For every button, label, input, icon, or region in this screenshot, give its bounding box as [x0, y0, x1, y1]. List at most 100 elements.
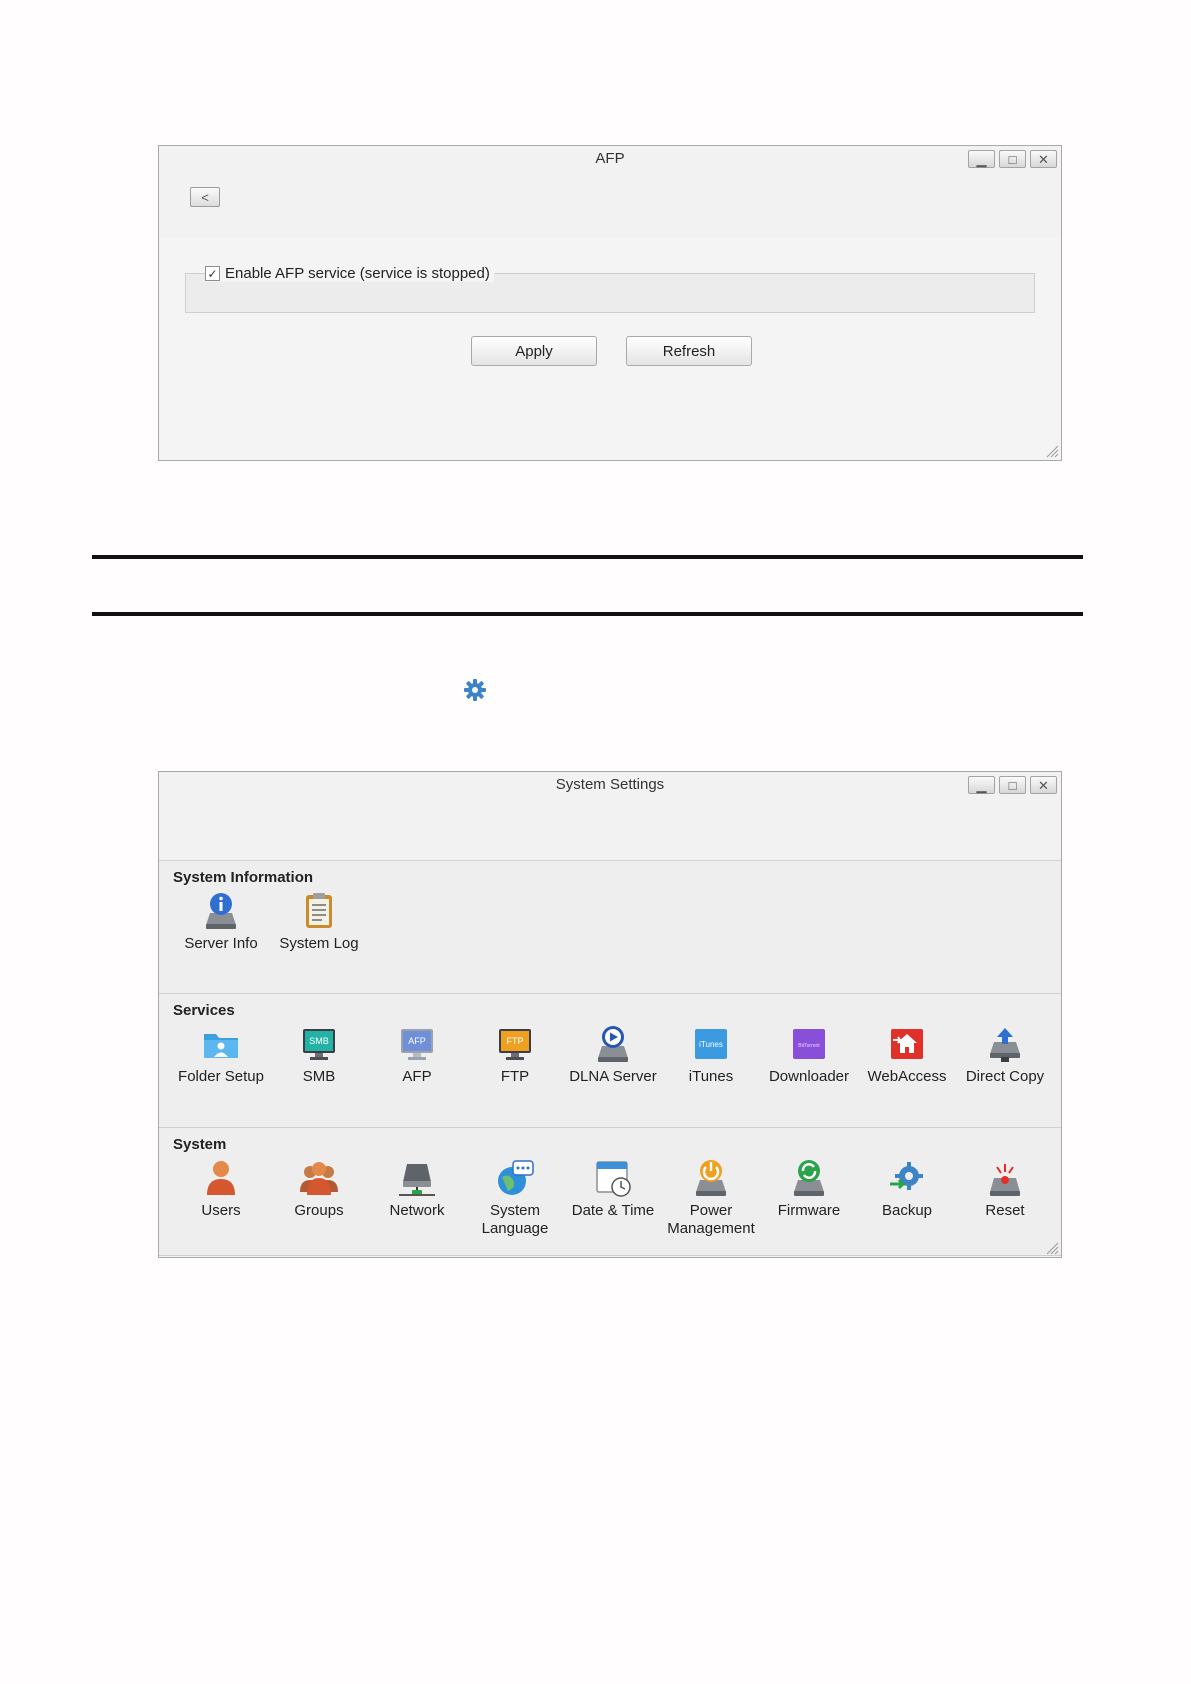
- maximize-icon: □: [1008, 151, 1017, 167]
- minimize-button[interactable]: ▁: [968, 150, 995, 168]
- item-itunes[interactable]: iTunes iTunes: [662, 1024, 760, 1086]
- section-title: System: [173, 1136, 227, 1153]
- item-label: iTunes: [688, 1068, 734, 1085]
- close-icon: ✕: [1038, 777, 1049, 793]
- heading-rule-top: [92, 555, 1083, 559]
- refresh-button[interactable]: Refresh: [626, 336, 752, 366]
- item-label: Users: [201, 1202, 241, 1219]
- enable-afp-checkbox[interactable]: ✓: [205, 266, 220, 281]
- item-label: Date & Time: [571, 1202, 655, 1219]
- window-title: System Settings: [555, 776, 665, 793]
- section-services: Services Folder Setup SMB SMB AFP AFP FT…: [159, 994, 1061, 1128]
- item-label: SMB: [302, 1068, 336, 1085]
- minimize-icon: ▁: [976, 777, 987, 793]
- item-label-line: Language: [481, 1220, 549, 1237]
- dlna-server-icon: [598, 1026, 628, 1062]
- folder-setup-icon: [204, 1034, 238, 1058]
- ftp-icon: FTP: [499, 1029, 531, 1060]
- minimize-icon: ▁: [976, 151, 987, 167]
- item-label: Groups: [294, 1202, 344, 1219]
- item-users[interactable]: Users: [172, 1158, 270, 1238]
- item-folder-setup[interactable]: Folder Setup: [172, 1024, 270, 1086]
- resize-grip-icon[interactable]: [1045, 444, 1059, 458]
- item-network[interactable]: Network: [368, 1158, 466, 1238]
- item-date-time[interactable]: Date & Time: [564, 1158, 662, 1238]
- back-button[interactable]: <: [190, 187, 220, 207]
- item-smb[interactable]: SMB SMB: [270, 1024, 368, 1086]
- maximize-button[interactable]: □: [999, 776, 1026, 794]
- item-label: Direct Copy: [965, 1068, 1045, 1085]
- itunes-icon: iTunes: [695, 1029, 727, 1059]
- groups-icon: [300, 1162, 338, 1195]
- window-controls: ▁ □ ✕: [968, 776, 1057, 794]
- item-label-line: Power: [689, 1202, 733, 1219]
- item-system-log[interactable]: System Log: [270, 891, 368, 953]
- item-label: AFP: [402, 1068, 432, 1085]
- item-reset[interactable]: Reset: [956, 1158, 1054, 1238]
- window-title: AFP: [595, 150, 625, 167]
- item-direct-copy[interactable]: Direct Copy: [956, 1024, 1054, 1086]
- item-label: Reset: [985, 1202, 1025, 1219]
- date-time-icon: [596, 1161, 631, 1197]
- item-label: Power Management: [667, 1202, 755, 1238]
- item-label: System Language: [482, 1202, 549, 1238]
- resize-grip-icon[interactable]: [1045, 1241, 1059, 1255]
- server-info-icon: [206, 893, 236, 929]
- enable-afp-label[interactable]: Enable AFP service (service is stopped): [225, 265, 490, 282]
- afp-badge: AFP: [408, 1036, 426, 1046]
- item-system-language[interactable]: System Language: [466, 1158, 564, 1238]
- section-system: System Users Groups Network System Langu…: [159, 1128, 1061, 1256]
- apply-button[interactable]: Apply: [471, 336, 597, 366]
- gear-icon: [464, 679, 486, 701]
- users-icon: [207, 1161, 235, 1195]
- section-system-information: System Information Server Info System Lo…: [159, 861, 1061, 994]
- item-label: Folder Setup: [178, 1068, 264, 1085]
- item-ftp[interactable]: FTP FTP: [466, 1024, 564, 1086]
- item-label: DLNA Server: [569, 1068, 657, 1085]
- item-label: Server Info: [184, 935, 258, 952]
- itunes-badge: iTunes: [699, 1040, 723, 1049]
- item-label-line: System: [489, 1202, 540, 1219]
- item-afp[interactable]: AFP AFP: [368, 1024, 466, 1086]
- enable-afp-row: ✓ Enable AFP service (service is stopped…: [205, 265, 494, 282]
- close-button[interactable]: ✕: [1030, 150, 1057, 168]
- system-language-icon: [498, 1160, 534, 1195]
- smb-badge: SMB: [309, 1036, 329, 1046]
- item-label: Downloader: [768, 1068, 850, 1085]
- item-label-line: Management: [667, 1220, 755, 1237]
- direct-copy-icon: [990, 1028, 1020, 1062]
- item-label: WebAccess: [867, 1068, 947, 1085]
- reset-icon: [990, 1164, 1020, 1196]
- downloader-icon: BitTorrent: [793, 1029, 825, 1059]
- firmware-icon: [794, 1160, 824, 1196]
- item-firmware[interactable]: Firmware: [760, 1158, 858, 1238]
- power-management-icon: [696, 1160, 726, 1196]
- item-dlna-server[interactable]: DLNA Server: [564, 1024, 662, 1086]
- section-title: Services: [173, 1002, 235, 1019]
- item-groups[interactable]: Groups: [270, 1158, 368, 1238]
- maximize-button[interactable]: □: [999, 150, 1026, 168]
- ftp-badge: FTP: [507, 1036, 524, 1046]
- item-downloader[interactable]: BitTorrent Downloader: [760, 1024, 858, 1086]
- close-icon: ✕: [1038, 151, 1049, 167]
- item-backup[interactable]: Backup: [858, 1158, 956, 1238]
- minimize-button[interactable]: ▁: [968, 776, 995, 794]
- item-server-info[interactable]: Server Info: [172, 891, 270, 953]
- close-button[interactable]: ✕: [1030, 776, 1057, 794]
- network-icon: [399, 1164, 435, 1196]
- system-settings-window: System Settings ▁ □ ✕ System Information…: [158, 771, 1062, 1258]
- window-controls: ▁ □ ✕: [968, 150, 1057, 168]
- maximize-icon: □: [1008, 777, 1017, 793]
- section-title: System Information: [173, 869, 314, 886]
- item-webaccess[interactable]: WebAccess: [858, 1024, 956, 1086]
- afp-icon: AFP: [401, 1029, 433, 1060]
- smb-icon: SMB: [303, 1029, 335, 1060]
- system-log-icon: [306, 893, 332, 928]
- checkmark-icon: ✓: [207, 266, 218, 281]
- item-label: FTP: [500, 1068, 530, 1085]
- heading-rule-bottom: [92, 612, 1083, 616]
- item-label: System Log: [279, 935, 359, 952]
- afp-window: AFP ▁ □ ✕ < ✓ Enable AFP service (servic…: [158, 145, 1062, 461]
- item-label: Backup: [881, 1202, 933, 1219]
- item-power-management[interactable]: Power Management: [662, 1158, 760, 1238]
